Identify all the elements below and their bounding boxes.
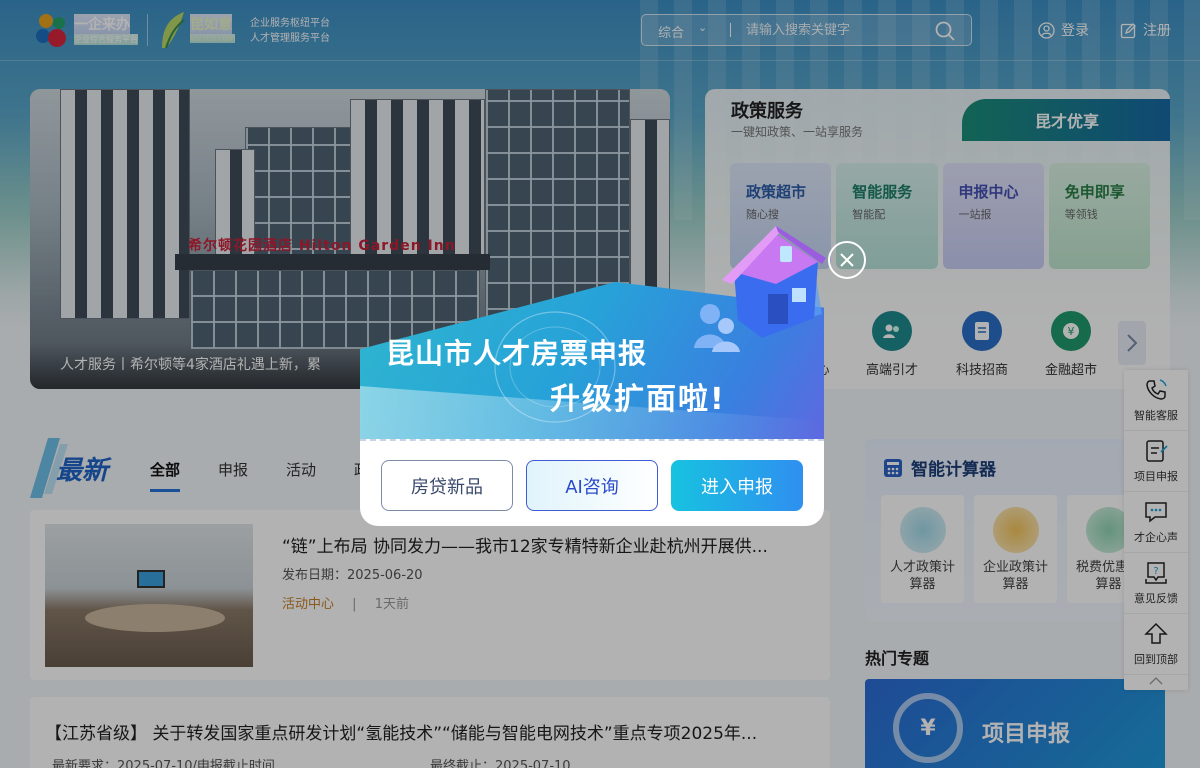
close-modal-button[interactable] [828, 241, 866, 279]
mortgage-products-button[interactable]: 房贷新品 [381, 460, 513, 511]
house-illustration-icon [694, 226, 826, 352]
ai-consult-button[interactable]: AI咨询 [526, 460, 658, 511]
close-icon [840, 253, 854, 267]
enter-apply-button[interactable]: 进入申报 [671, 460, 803, 511]
modal-headline: 昆山市人才房票申报 [386, 337, 648, 370]
housing-voucher-modal: 昆山市人才房票申报 升级扩面啦! 房贷新品 AI咨询 进入申报 [360, 222, 866, 528]
modal-subheadline: 升级扩面啦! [550, 382, 726, 417]
modal-action-panel: 房贷新品 AI咨询 进入申报 [360, 439, 824, 526]
